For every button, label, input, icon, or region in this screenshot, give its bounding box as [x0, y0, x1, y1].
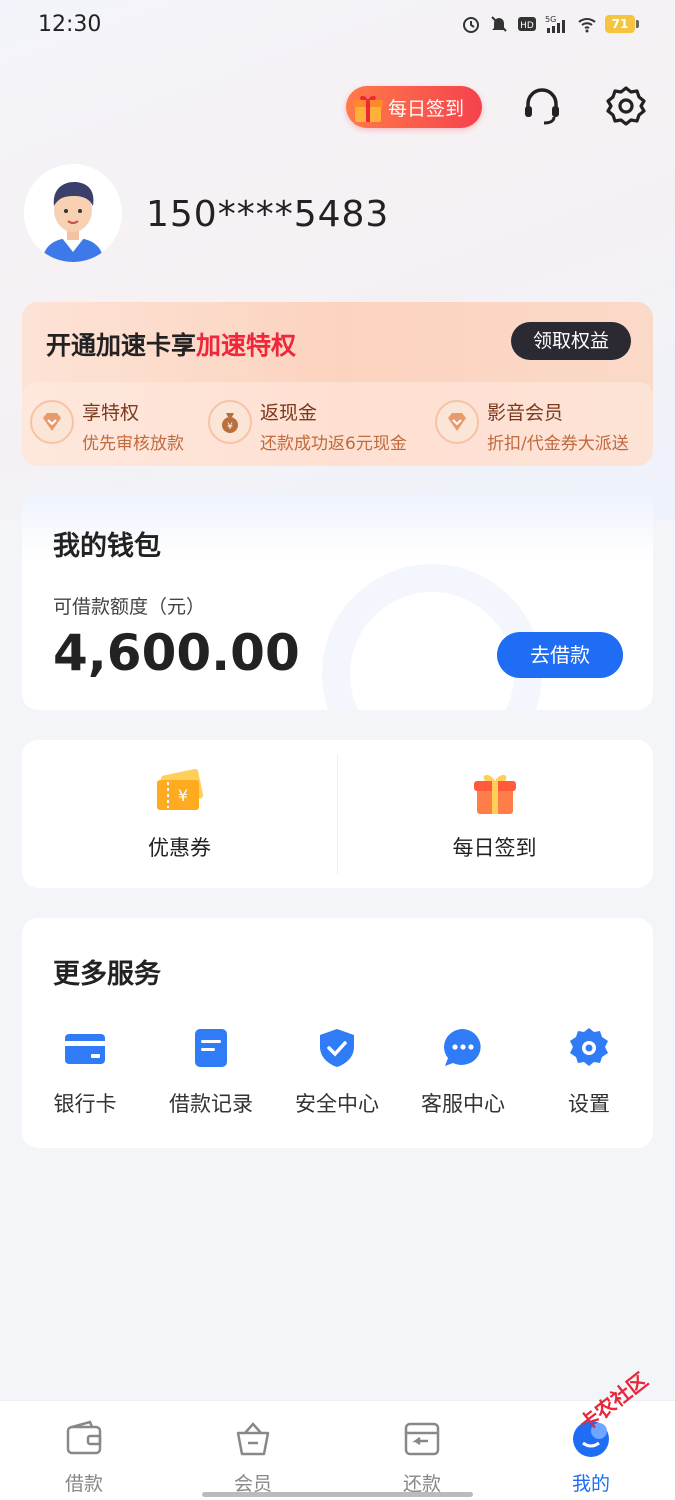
- daily-checkin-entry[interactable]: 每日签到: [337, 740, 652, 888]
- wallet-title: 我的钱包: [53, 531, 161, 562]
- shield-icon: [320, 1029, 354, 1067]
- home-indicator[interactable]: [202, 1492, 473, 1497]
- status-time: 12:30: [38, 12, 102, 37]
- coupon-icon: ¥: [157, 768, 204, 810]
- more-services-title: 更多服务: [53, 959, 161, 990]
- tab-label: 借款: [64, 1473, 103, 1495]
- gear-icon[interactable]: [604, 84, 648, 128]
- avatar-image: [42, 182, 104, 262]
- claim-benefits-button[interactable]: 领取权益: [511, 322, 631, 360]
- headset-icon[interactable]: [520, 84, 564, 128]
- perk-desc: 还款成功返6元现金: [260, 434, 407, 454]
- battery-level: 71: [605, 15, 635, 33]
- hd-icon: HD: [518, 17, 536, 31]
- tab-label: 我的: [571, 1473, 610, 1495]
- vip-perks: 享特权优先审核放款 ¥ 返现金还款成功返6元现金 影音会员折扣/代金券大派送: [22, 382, 653, 466]
- coupon-entry[interactable]: ¥ 优惠券: [22, 740, 337, 888]
- perk-item[interactable]: 影音会员折扣/代金券大派送: [435, 398, 629, 454]
- service-security-center[interactable]: 安全中心: [274, 1026, 400, 1118]
- user-phone: 150****5483: [146, 194, 390, 235]
- borrow-button[interactable]: 去借款: [497, 632, 623, 678]
- record-icon: [195, 1029, 227, 1067]
- svg-text:¥: ¥: [178, 786, 188, 805]
- vip-banner[interactable]: 开通加速卡享加速特权 领取权益 享特权优先审核放款 ¥ 返现金还款成功返6元现金…: [22, 302, 653, 466]
- alarm-icon: [463, 17, 479, 33]
- perk-title: 影音会员: [487, 402, 564, 424]
- svg-text:HD: HD: [520, 21, 534, 31]
- wallet-icon: [66, 1420, 102, 1455]
- gift-icon: [474, 774, 516, 814]
- money-bag-icon: ¥: [208, 400, 252, 444]
- credit-label: 可借款额度（元）: [53, 596, 206, 618]
- service-label: 设置: [568, 1092, 610, 1116]
- perk-title: 享特权: [82, 402, 140, 424]
- daily-checkin-label: 每日签到: [452, 836, 537, 860]
- service-customer-center[interactable]: 客服中心: [400, 1026, 526, 1118]
- tab-repay[interactable]: 还款: [362, 1419, 482, 1496]
- vip-title: 开通加速卡享加速特权: [46, 326, 296, 362]
- perk-title: 返现金: [260, 402, 318, 424]
- status-bar: 12:30 HD 5G 71: [0, 0, 675, 52]
- service-loan-record[interactable]: 借款记录: [148, 1026, 274, 1118]
- mute-icon: [491, 16, 507, 32]
- diamond-icon: [30, 400, 74, 444]
- gear-icon: [570, 1028, 608, 1066]
- tab-member[interactable]: 会员: [193, 1419, 313, 1496]
- service-label: 银行卡: [53, 1092, 117, 1116]
- repay-icon: [404, 1422, 440, 1456]
- perk-item[interactable]: ¥ 返现金还款成功返6元现金: [208, 398, 407, 454]
- vip-title-prefix: 开通加速卡享: [46, 331, 197, 360]
- diamond-icon: [435, 400, 479, 444]
- bank-card-icon: [65, 1034, 105, 1064]
- svg-text:¥: ¥: [227, 422, 233, 432]
- perk-item[interactable]: 享特权 优先审核放款: [30, 398, 184, 454]
- status-icons: HD 5G 71: [461, 14, 639, 34]
- quick-actions-card: ¥ 优惠券 每日签到: [22, 740, 653, 888]
- vip-title-highlight: 加速特权: [196, 331, 297, 360]
- chat-icon: [444, 1029, 481, 1066]
- perk-desc: 折扣/代金券大派送: [487, 434, 629, 454]
- svg-text:5G: 5G: [545, 15, 556, 24]
- wifi-icon: [578, 18, 596, 33]
- coupon-label: 优惠券: [148, 836, 211, 860]
- daily-checkin-badge[interactable]: 每日签到: [346, 86, 482, 128]
- service-label: 借款记录: [169, 1092, 253, 1116]
- gift-icon: [353, 95, 383, 122]
- more-services-card: 更多服务 银行卡 借款记录 安全中心 客服中心 设置: [22, 918, 653, 1148]
- avatar[interactable]: [24, 164, 122, 262]
- battery-icon: 71: [605, 15, 639, 33]
- tab-borrow[interactable]: 借款: [24, 1419, 144, 1496]
- signal-5g-icon: 5G: [545, 15, 565, 33]
- perk-desc: 优先审核放款: [82, 434, 184, 454]
- service-label: 客服中心: [421, 1092, 505, 1116]
- wallet-card: 我的钱包 可借款额度（元） 4,600.00 去借款: [22, 494, 653, 710]
- service-label: 安全中心: [295, 1092, 379, 1116]
- daily-checkin-label: 每日签到: [388, 97, 465, 120]
- credit-amount: 4,600.00: [53, 624, 300, 682]
- service-settings[interactable]: 设置: [526, 1026, 652, 1118]
- service-bank-card[interactable]: 银行卡: [22, 1026, 148, 1118]
- basket-icon: [236, 1422, 270, 1456]
